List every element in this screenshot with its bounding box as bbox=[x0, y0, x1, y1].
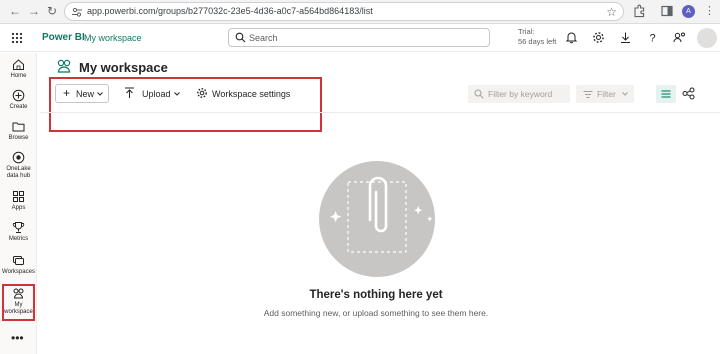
paperclip-illustration-icon bbox=[319, 161, 435, 277]
settings-gear-icon[interactable] bbox=[592, 31, 605, 44]
trial-days: 56 days left bbox=[518, 37, 557, 46]
share-feedback-icon[interactable] bbox=[673, 31, 686, 44]
folder-icon bbox=[12, 122, 25, 132]
list-view-icon bbox=[661, 90, 671, 98]
filter-keyword-placeholder: Filter by keyword bbox=[488, 89, 553, 99]
search-input[interactable]: Search bbox=[228, 28, 490, 47]
chevron-down-icon[interactable] bbox=[173, 90, 181, 98]
app-header: Power BI My workspace Search Trial: 56 d… bbox=[0, 25, 720, 52]
workspaces-icon bbox=[13, 256, 24, 265]
rail-item-home[interactable]: Home bbox=[0, 58, 37, 80]
rail-label-browse: Browse bbox=[8, 135, 29, 141]
rail-label-home: Home bbox=[10, 73, 27, 79]
list-view-button[interactable] bbox=[656, 85, 676, 103]
address-bar[interactable]: app.powerbi.com/groups/b277032c-23e5-4d3… bbox=[64, 2, 624, 21]
lineage-view-icon[interactable] bbox=[682, 87, 695, 100]
forward-arrow-icon[interactable]: → bbox=[27, 4, 41, 18]
workspace-icon bbox=[57, 59, 71, 73]
svg-text:?: ? bbox=[649, 33, 655, 45]
empty-state-subtitle: Add something new, or upload something t… bbox=[263, 308, 489, 318]
app-launcher-icon[interactable] bbox=[11, 32, 23, 44]
new-button[interactable]: + New bbox=[55, 84, 109, 103]
rail-label-metrics: Metrics bbox=[8, 236, 29, 242]
notifications-bell-icon[interactable] bbox=[565, 31, 578, 44]
trial-status: Trial: 56 days left bbox=[518, 27, 556, 47]
gear-icon[interactable] bbox=[196, 87, 208, 99]
search-placeholder: Search bbox=[249, 33, 278, 43]
rail-label-create: Create bbox=[9, 104, 28, 110]
trophy-icon bbox=[12, 222, 25, 233]
upload-button[interactable]: Upload bbox=[142, 89, 171, 99]
url-text: app.powerbi.com/groups/b277032c-23e5-4d3… bbox=[87, 6, 373, 16]
reload-icon[interactable]: ↻ bbox=[45, 4, 59, 18]
breadcrumb-workspace[interactable]: My workspace bbox=[84, 33, 142, 43]
filter-search-icon bbox=[474, 89, 484, 99]
browser-toolbar: ← → ↻ app.powerbi.com/groups/b277032c-23… bbox=[0, 0, 720, 24]
browser-menu-icon[interactable]: ⋮ bbox=[704, 4, 715, 17]
rail-item-onelake[interactable]: OneLake data hub bbox=[0, 151, 37, 180]
rail-item-create[interactable]: Create bbox=[0, 89, 37, 111]
rail-label-onelake: OneLake data hub bbox=[6, 166, 31, 179]
create-icon bbox=[12, 89, 25, 102]
rail-item-metrics[interactable]: Metrics bbox=[0, 221, 37, 243]
onelake-icon bbox=[12, 151, 25, 164]
upload-icon[interactable] bbox=[124, 87, 135, 99]
chevron-down-icon bbox=[622, 92, 628, 96]
page-title: My workspace bbox=[79, 60, 168, 75]
more-options-icon[interactable]: ••• bbox=[11, 331, 24, 345]
side-panel-icon[interactable] bbox=[660, 4, 674, 18]
rail-label-apps: Apps bbox=[11, 205, 26, 211]
brand-name[interactable]: Power BI bbox=[42, 32, 85, 43]
rail-label-workspaces: Workspaces bbox=[2, 269, 35, 275]
search-icon bbox=[235, 32, 246, 43]
rail-item-apps[interactable]: Apps bbox=[0, 190, 37, 212]
extensions-icon[interactable] bbox=[632, 4, 646, 18]
browser-profile-avatar[interactable]: A bbox=[682, 5, 695, 18]
new-button-label: New bbox=[76, 89, 95, 99]
filter-lines-icon bbox=[583, 91, 593, 98]
account-avatar[interactable] bbox=[697, 28, 717, 48]
trial-label: Trial: bbox=[518, 27, 535, 36]
rail-item-browse[interactable]: Browse bbox=[0, 120, 37, 142]
plus-icon: + bbox=[63, 86, 71, 100]
site-settings-icon[interactable] bbox=[71, 6, 83, 18]
home-icon bbox=[13, 59, 24, 70]
filter-button-label: Filter bbox=[597, 89, 616, 99]
download-icon[interactable] bbox=[619, 31, 632, 44]
chevron-down-icon bbox=[97, 92, 103, 96]
empty-state-title: There's nothing here yet bbox=[309, 289, 443, 301]
bookmark-star-icon[interactable]: ☆ bbox=[606, 5, 617, 19]
apps-icon bbox=[13, 191, 24, 202]
filter-button[interactable]: Filter bbox=[576, 85, 634, 103]
back-arrow-icon[interactable]: ← bbox=[8, 4, 22, 18]
filter-keyword-input[interactable]: Filter by keyword bbox=[468, 85, 570, 103]
workspace-settings-button[interactable]: Workspace settings bbox=[212, 89, 290, 99]
help-icon[interactable]: ? bbox=[646, 31, 659, 45]
rail-item-workspaces[interactable]: Workspaces bbox=[0, 254, 37, 276]
toolbar-divider bbox=[40, 112, 720, 113]
